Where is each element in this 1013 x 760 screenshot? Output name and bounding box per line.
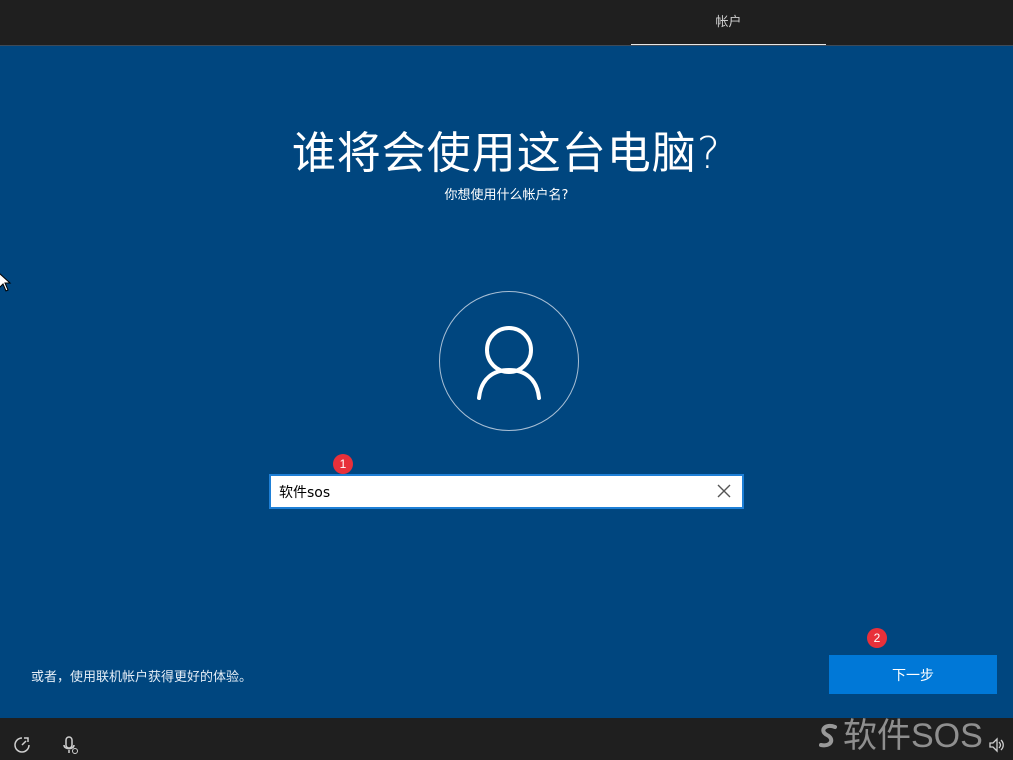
watermark-logo: 软件SOS xyxy=(815,708,983,755)
watermark-text: 软件SOS xyxy=(843,717,983,755)
username-field[interactable] xyxy=(269,474,744,509)
top-bar: 帐户 xyxy=(0,0,1013,46)
microphone-icon[interactable] xyxy=(60,735,80,755)
online-account-link[interactable]: 或者，使用联机帐户获得更好的体验。 xyxy=(31,666,252,685)
next-button[interactable]: 下一步 xyxy=(829,655,997,694)
tab-account[interactable]: 帐户 xyxy=(631,0,826,45)
mouse-cursor-icon xyxy=(0,273,12,292)
volume-icon[interactable] xyxy=(987,735,1007,755)
page-subtitle: 你想使用什么帐户名? xyxy=(444,188,569,203)
watermark-swirl-icon xyxy=(819,724,837,748)
user-icon xyxy=(477,326,541,400)
avatar xyxy=(439,291,579,431)
ease-of-access-icon[interactable] xyxy=(12,735,32,755)
username-input[interactable] xyxy=(279,476,699,507)
close-icon xyxy=(717,484,731,498)
clear-input-button[interactable] xyxy=(714,481,734,501)
page-title: 谁将会使用这台电脑? xyxy=(291,128,722,179)
annotation-badge-2: 2 xyxy=(867,628,887,648)
annotation-badge-1: 1 xyxy=(333,454,353,474)
